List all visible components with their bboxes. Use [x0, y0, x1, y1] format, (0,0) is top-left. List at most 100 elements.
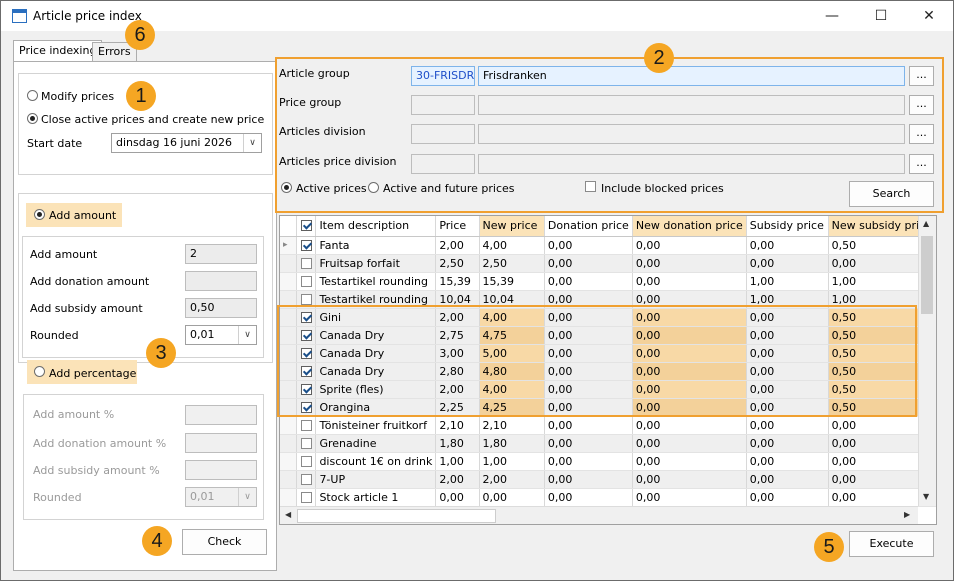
cell-new-don[interactable]: 0,00	[632, 488, 747, 507]
cell-desc[interactable]: Stock article 1	[315, 488, 437, 507]
scroll-down-icon[interactable]: ▼	[923, 492, 929, 501]
cell-price[interactable]: 2,00	[435, 380, 480, 399]
add-donation-percent-input[interactable]	[185, 433, 257, 453]
cell-new-price[interactable]: 4,00	[479, 236, 545, 255]
cell-don[interactable]: 0,00	[544, 236, 633, 255]
cell-new-price[interactable]: 5,00	[479, 344, 545, 363]
row-header[interactable]	[280, 416, 298, 435]
cell-price[interactable]: 1,00	[435, 452, 480, 471]
row-header[interactable]	[280, 434, 298, 453]
cell-new-price[interactable]: 1,80	[479, 434, 545, 453]
cell-desc[interactable]: 7-UP	[315, 470, 437, 489]
col-item-description[interactable]: Item description	[315, 216, 437, 237]
cell-price[interactable]: 2,50	[435, 254, 480, 273]
chevron-down-icon[interactable]: ∨	[243, 134, 261, 152]
close-icon[interactable]: ✕	[906, 1, 952, 31]
row-select-checkbox[interactable]	[301, 455, 313, 467]
cell-new-price[interactable]: 15,39	[479, 272, 545, 291]
row-select-checkbox[interactable]	[301, 419, 313, 431]
cell-sub[interactable]: 0,00	[746, 236, 829, 255]
cell-new-price[interactable]: 0,00	[479, 488, 545, 507]
row-select-cell[interactable]	[296, 236, 317, 255]
articles-division-code-input[interactable]	[411, 124, 475, 144]
cell-new-don[interactable]: 0,00	[632, 344, 747, 363]
row-select-cell[interactable]	[296, 488, 317, 507]
article-group-code-input[interactable]: 30-FRISDRANKEN	[411, 66, 475, 86]
row-select-cell[interactable]	[296, 254, 317, 273]
cell-price[interactable]: 2,00	[435, 470, 480, 489]
row-header[interactable]	[280, 326, 298, 345]
scroll-up-icon[interactable]: ▲	[923, 219, 929, 228]
active-prices-radio[interactable]	[281, 182, 292, 193]
minimize-icon[interactable]: —	[809, 1, 855, 31]
cell-new-don[interactable]: 0,00	[632, 452, 747, 471]
row-select-checkbox[interactable]	[301, 257, 313, 269]
cell-price[interactable]: 2,75	[435, 326, 480, 345]
row-header[interactable]	[280, 254, 298, 273]
cell-sub[interactable]: 0,00	[746, 254, 829, 273]
article-group-browse-button[interactable]: ...	[909, 66, 934, 86]
row-select-cell[interactable]	[296, 380, 317, 399]
table-row[interactable]: Stock article 1 0,00 0,00 0,00 0,00 0,00 0,00	[280, 488, 936, 507]
cell-don[interactable]: 0,00	[544, 398, 633, 417]
add-amount-input[interactable]: 2	[185, 244, 257, 264]
row-header[interactable]	[280, 344, 298, 363]
chevron-down-icon[interactable]: ∨	[238, 488, 256, 506]
price-group-code-input[interactable]	[411, 95, 475, 115]
table-row[interactable]: ▸ Fanta 2,00 4,00 0,00 0,00 0,00 0,50	[280, 236, 936, 255]
cell-new-don[interactable]: 0,00	[632, 272, 747, 291]
cell-desc[interactable]: Testartikel rounding	[315, 290, 437, 309]
cell-don[interactable]: 0,00	[544, 434, 633, 453]
cell-new-don[interactable]: 0,00	[632, 254, 747, 273]
cell-new-price[interactable]: 2,10	[479, 416, 545, 435]
col-new-price[interactable]: New price	[479, 216, 545, 237]
cell-sub[interactable]: 0,00	[746, 362, 829, 381]
cell-desc[interactable]: Canada Dry	[315, 344, 437, 363]
row-header[interactable]	[280, 290, 298, 309]
add-subsidy-percent-input[interactable]	[185, 460, 257, 480]
cell-price[interactable]: 0,00	[435, 488, 480, 507]
row-select-checkbox[interactable]	[301, 401, 313, 413]
row-select-checkbox[interactable]	[301, 239, 313, 251]
table-row[interactable]: Orangina 2,25 4,25 0,00 0,00 0,00 0,50	[280, 398, 936, 417]
cell-don[interactable]: 0,00	[544, 254, 633, 273]
cell-don[interactable]: 0,00	[544, 344, 633, 363]
price-group-browse-button[interactable]: ...	[909, 95, 934, 115]
cell-new-don[interactable]: 0,00	[632, 416, 747, 435]
cell-new-price[interactable]: 4,80	[479, 362, 545, 381]
cell-desc[interactable]: Grenadine	[315, 434, 437, 453]
cell-sub[interactable]: 0,00	[746, 416, 829, 435]
cell-desc[interactable]: Canada Dry	[315, 362, 437, 381]
row-select-cell[interactable]	[296, 308, 317, 327]
row-header[interactable]	[280, 380, 298, 399]
table-row[interactable]: Testartikel rounding 10,04 10,04 0,00 0,00 1,…	[280, 290, 936, 309]
cell-price[interactable]: 3,00	[435, 344, 480, 363]
table-row[interactable]: Grenadine 1,80 1,80 0,00 0,00 0,00 0,00	[280, 434, 936, 453]
cell-sub[interactable]: 0,00	[746, 380, 829, 399]
row-header[interactable]	[280, 488, 298, 507]
articles-price-division-code-input[interactable]	[411, 154, 475, 174]
modify-prices-radio[interactable]	[27, 90, 38, 101]
chevron-down-icon[interactable]: ∨	[238, 326, 256, 344]
cell-desc[interactable]: discount 1€ on drink	[315, 452, 437, 471]
row-select-checkbox[interactable]	[301, 383, 313, 395]
row-select-cell[interactable]	[296, 470, 317, 489]
col-donation-price[interactable]: Donation price	[544, 216, 633, 237]
add-percentage-radio[interactable]	[34, 366, 45, 377]
cell-desc[interactable]: Sprite (fles)	[315, 380, 437, 399]
row-select-checkbox[interactable]	[301, 491, 313, 503]
cell-new-price[interactable]: 1,00	[479, 452, 545, 471]
cell-sub[interactable]: 1,00	[746, 272, 829, 291]
add-subsidy-amount-input[interactable]: 0,50	[185, 298, 257, 318]
row-header[interactable]	[280, 362, 298, 381]
cell-sub[interactable]: 0,00	[746, 470, 829, 489]
cell-price[interactable]: 15,39	[435, 272, 480, 291]
execute-button[interactable]: Execute	[849, 531, 934, 557]
row-select-checkbox[interactable]	[301, 329, 313, 341]
table-row[interactable]: 7-UP 2,00 2,00 0,00 0,00 0,00 0,00	[280, 470, 936, 489]
price-group-name-input[interactable]	[478, 95, 905, 115]
cell-new-don[interactable]: 0,00	[632, 290, 747, 309]
select-all-cell[interactable]	[296, 216, 317, 237]
cell-desc[interactable]: Orangina	[315, 398, 437, 417]
cell-price[interactable]: 1,80	[435, 434, 480, 453]
